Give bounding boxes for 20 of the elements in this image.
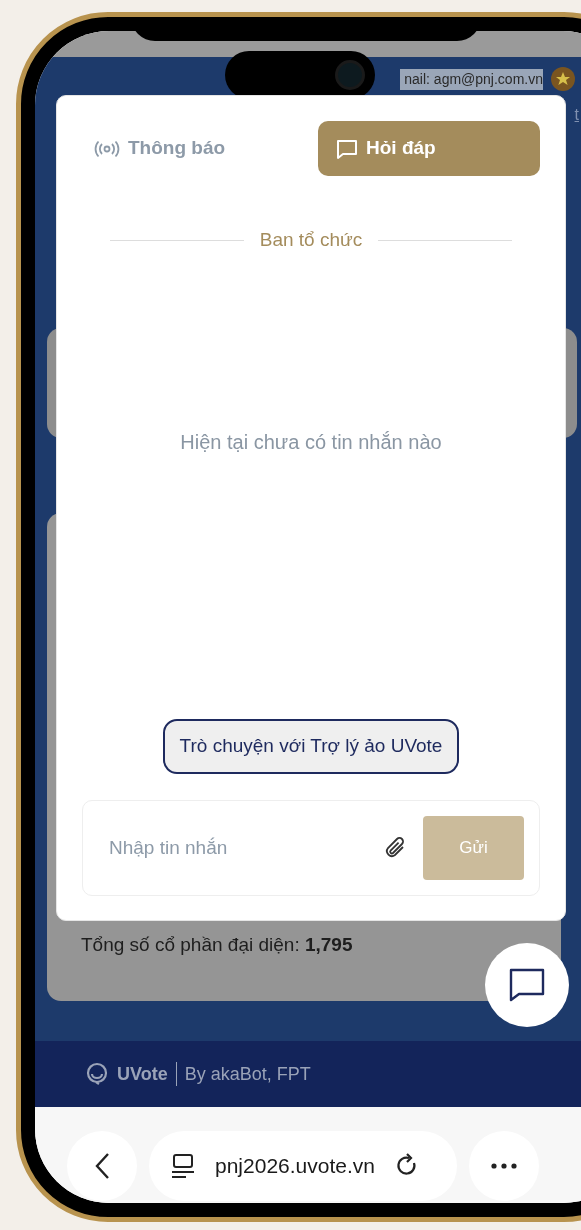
email-text: nail: agm@pnj.com.vn xyxy=(400,68,543,90)
section-title: Ban tổ chức xyxy=(259,228,363,252)
assistant-button[interactable]: Trò chuyện với Trợ lý ảo UVote xyxy=(162,719,460,774)
message-input[interactable]: Nhập tin nhắn xyxy=(109,833,367,863)
paperclip-icon xyxy=(383,836,407,860)
summary-text: Tổng số cổ phần đại diện: 1,795 xyxy=(81,932,354,957)
chat-icon xyxy=(509,968,545,1002)
credit-text: By akaBot, FPT xyxy=(184,1062,311,1086)
broadcast-icon xyxy=(94,139,120,158)
brand-name: UVote xyxy=(117,1062,168,1086)
chat-icon xyxy=(336,137,358,160)
header-link[interactable]: t xyxy=(574,103,579,127)
more-icon xyxy=(491,1163,517,1169)
panel-tab[interactable]: Hỏi đáp xyxy=(318,121,540,176)
uvote-logo-icon xyxy=(85,1062,109,1086)
url-text: pnj2026.uvote.vn xyxy=(215,1153,375,1180)
empty-message: Hiện tại chưa có tin nhắn nào xyxy=(180,429,442,455)
tab-icon xyxy=(171,1153,195,1179)
back-icon xyxy=(94,1152,110,1180)
url-bar[interactable]: pnj2026.uvote.vn xyxy=(149,1131,457,1201)
